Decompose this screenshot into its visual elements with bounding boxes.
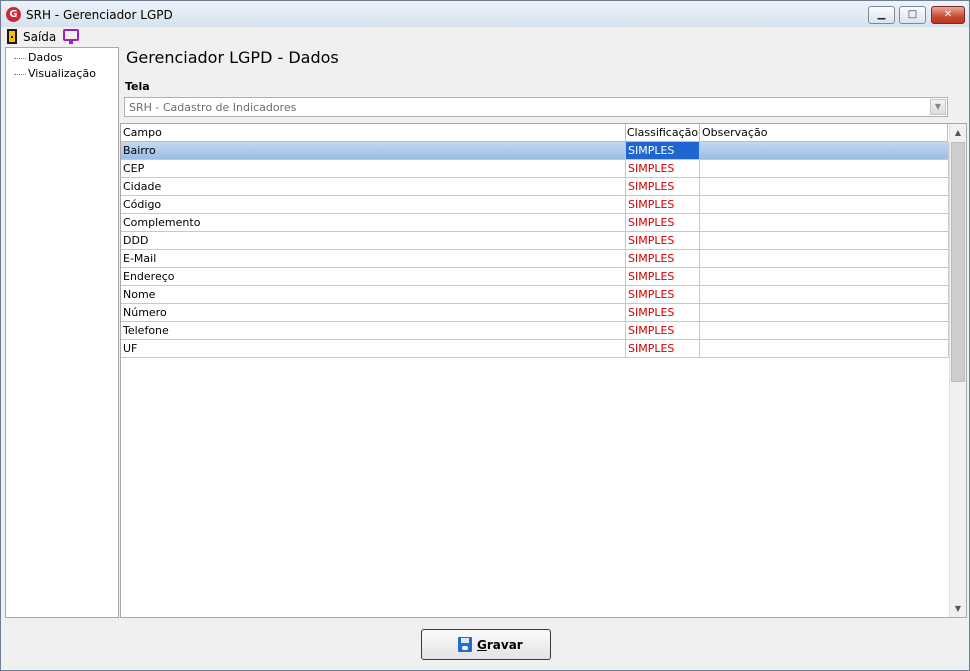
table-row[interactable]: Número SIMPLES (121, 304, 949, 322)
cell-classificacao[interactable]: SIMPLES (626, 340, 700, 358)
table-row[interactable]: UF SIMPLES (121, 340, 949, 358)
table-row[interactable]: Telefone SIMPLES (121, 322, 949, 340)
cell-campo[interactable]: CEP (121, 160, 626, 178)
column-header-observacao[interactable]: Observação (700, 124, 948, 142)
cell-campo[interactable]: Telefone (121, 322, 626, 340)
column-header-campo[interactable]: Campo (121, 124, 626, 142)
cell-campo[interactable]: Bairro (121, 142, 626, 160)
cell-classificacao[interactable]: SIMPLES (626, 214, 700, 232)
tela-label: Tela (125, 80, 150, 93)
tree-connector (14, 57, 26, 59)
cell-classificacao[interactable]: SIMPLES (626, 232, 700, 250)
table-row[interactable]: DDD SIMPLES (121, 232, 949, 250)
cell-campo[interactable]: E-Mail (121, 250, 626, 268)
cell-observacao[interactable] (700, 160, 949, 178)
table-row[interactable]: Código SIMPLES (121, 196, 949, 214)
tree-item-label: Dados (28, 51, 63, 64)
close-button[interactable]: ✕ (931, 6, 965, 24)
cell-observacao[interactable] (700, 214, 949, 232)
cell-observacao[interactable] (700, 250, 949, 268)
exit-door-icon[interactable] (7, 29, 17, 44)
cell-classificacao[interactable]: SIMPLES (626, 286, 700, 304)
app-logo-icon: G (6, 7, 21, 22)
cell-campo[interactable]: Nome (121, 286, 626, 304)
table-row[interactable]: E-Mail SIMPLES (121, 250, 949, 268)
cell-observacao[interactable] (700, 268, 949, 286)
cell-observacao[interactable] (700, 196, 949, 214)
cell-observacao[interactable] (700, 286, 949, 304)
cell-classificacao[interactable]: SIMPLES (626, 322, 700, 340)
cell-campo[interactable]: UF (121, 340, 626, 358)
cell-observacao[interactable] (700, 340, 949, 358)
gravar-button-label: Gravar (477, 638, 523, 652)
tela-select[interactable]: SRH - Cadastro de Indicadores ▼ (124, 97, 948, 117)
cell-campo[interactable]: Código (121, 196, 626, 214)
cell-classificacao[interactable]: SIMPLES (626, 178, 700, 196)
table-row[interactable]: Nome SIMPLES (121, 286, 949, 304)
tree-item-label: Visualização (28, 67, 96, 80)
vertical-scrollbar[interactable]: ▲ ▼ (949, 124, 966, 617)
tree-connector (14, 73, 26, 75)
fields-grid: Campo Classificação Observação Bairro SI… (120, 123, 967, 618)
page-title: Gerenciador LGPD - Dados (126, 48, 339, 67)
chevron-up-icon[interactable]: ▲ (950, 124, 966, 141)
table-row[interactable]: Bairro SIMPLES (121, 142, 949, 160)
minimize-button[interactable]: ▁ (868, 6, 895, 24)
table-row[interactable]: Complemento SIMPLES (121, 214, 949, 232)
title-bar[interactable]: G SRH - Gerenciador LGPD ▁ □ ✕ (1, 1, 969, 27)
cell-observacao[interactable] (700, 178, 949, 196)
cell-observacao[interactable] (700, 322, 949, 340)
table-row[interactable]: CEP SIMPLES (121, 160, 949, 178)
cell-observacao[interactable] (700, 142, 949, 160)
scrollbar-thumb[interactable] (951, 142, 965, 382)
cell-campo[interactable]: Cidade (121, 178, 626, 196)
cell-classificacao[interactable]: SIMPLES (626, 268, 700, 286)
cell-classificacao[interactable]: SIMPLES (626, 196, 700, 214)
cell-observacao[interactable] (700, 232, 949, 250)
gravar-button[interactable]: Gravar (421, 629, 551, 660)
cell-classificacao[interactable]: SIMPLES (626, 142, 700, 160)
monitor-icon[interactable] (63, 29, 79, 44)
cell-campo[interactable]: Endereço (121, 268, 626, 286)
column-header-classificacao[interactable]: Classificação (626, 124, 700, 142)
tela-select-value: SRH - Cadastro de Indicadores (129, 101, 297, 114)
cell-classificacao[interactable]: SIMPLES (626, 304, 700, 322)
cell-campo[interactable]: Complemento (121, 214, 626, 232)
menu-bar (1, 27, 969, 47)
app-window: G SRH - Gerenciador LGPD ▁ □ ✕ Saída Dad… (0, 0, 970, 671)
menu-item-saida[interactable]: Saída (23, 30, 56, 44)
cell-classificacao[interactable]: SIMPLES (626, 160, 700, 178)
chevron-down-icon[interactable]: ▼ (950, 600, 966, 617)
navigation-tree: Dados Visualização (5, 47, 119, 618)
floppy-disk-icon (458, 637, 472, 652)
maximize-button[interactable]: □ (899, 6, 926, 24)
tree-item-dados[interactable]: Dados (14, 51, 63, 64)
table-row[interactable]: Endereço SIMPLES (121, 268, 949, 286)
chevron-down-icon[interactable]: ▼ (930, 99, 946, 115)
tree-item-visualizacao[interactable]: Visualização (14, 67, 96, 80)
cell-campo[interactable]: Número (121, 304, 626, 322)
cell-classificacao[interactable]: SIMPLES (626, 250, 700, 268)
table-row[interactable]: Cidade SIMPLES (121, 178, 949, 196)
cell-observacao[interactable] (700, 304, 949, 322)
cell-campo[interactable]: DDD (121, 232, 626, 250)
window-title: SRH - Gerenciador LGPD (26, 8, 173, 22)
